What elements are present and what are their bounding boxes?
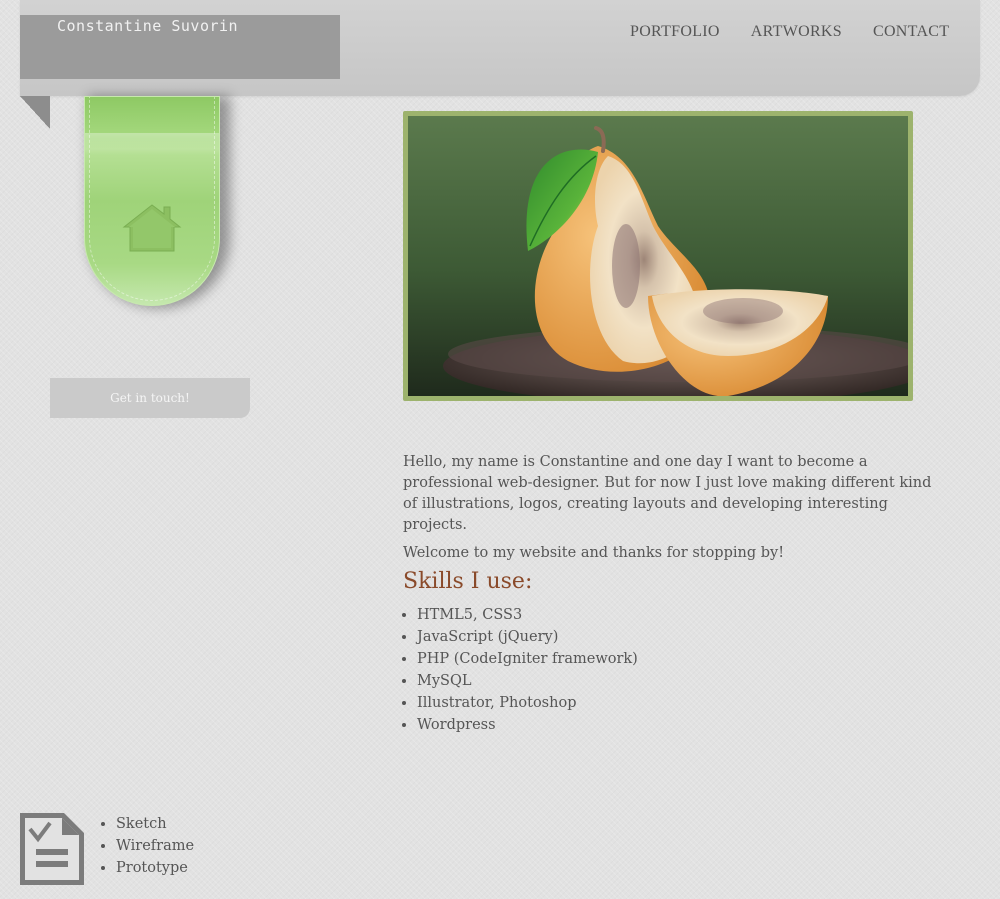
ribbon-stitch [89,97,215,301]
list-item: Illustrator, Photoshop [417,692,638,714]
intro-paragraph: Hello, my name is Constantine and one da… [403,454,932,533]
main-nav: PORTFOLIO ARTWORKS CONTACT [630,23,980,41]
skills-list: HTML5, CSS3 JavaScript (jQuery) PHP (Cod… [403,604,638,736]
process-list: Sketch Wireframe Prototype [102,813,194,879]
list-item: HTML5, CSS3 [417,604,638,626]
home-ribbon[interactable] [84,96,220,306]
nav-contact[interactable]: CONTACT [873,23,949,41]
nav-artworks[interactable]: ARTWORKS [751,23,842,41]
hero-image [403,111,913,401]
list-item: MySQL [417,670,638,692]
list-item: Wireframe [116,835,194,857]
pear-illustration [408,116,908,396]
intro-paragraph: Welcome to my website and thanks for sto… [403,545,785,561]
get-in-touch-button[interactable]: Get in touch! [50,378,250,418]
fold-corner [20,96,50,129]
intro-text: Hello, my name is Constantine and one da… [403,452,948,571]
nav-portfolio[interactable]: PORTFOLIO [630,23,720,41]
list-item: Sketch [116,813,194,835]
list-item: JavaScript (jQuery) [417,626,638,648]
home-icon[interactable] [120,201,184,253]
logo-text[interactable]: Constantine Suvorin [57,17,317,35]
skills-title: Skills I use: [403,569,533,594]
list-item: PHP (CodeIgniter framework) [417,648,638,670]
list-item: Prototype [116,857,194,879]
document-check-icon [20,813,84,885]
list-item: Wordpress [417,714,638,736]
